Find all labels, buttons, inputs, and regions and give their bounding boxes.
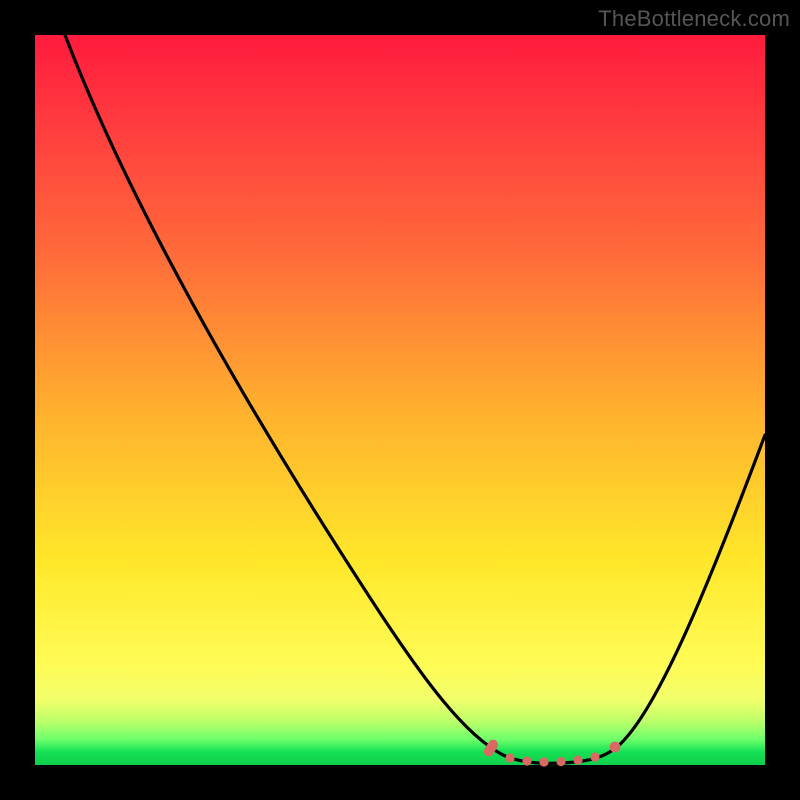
plot-area [35, 35, 765, 765]
bottleneck-curve [65, 35, 765, 763]
curve-svg [35, 35, 765, 765]
chart-frame: TheBottleneck.com [0, 0, 800, 800]
watermark-text: TheBottleneck.com [598, 6, 790, 32]
